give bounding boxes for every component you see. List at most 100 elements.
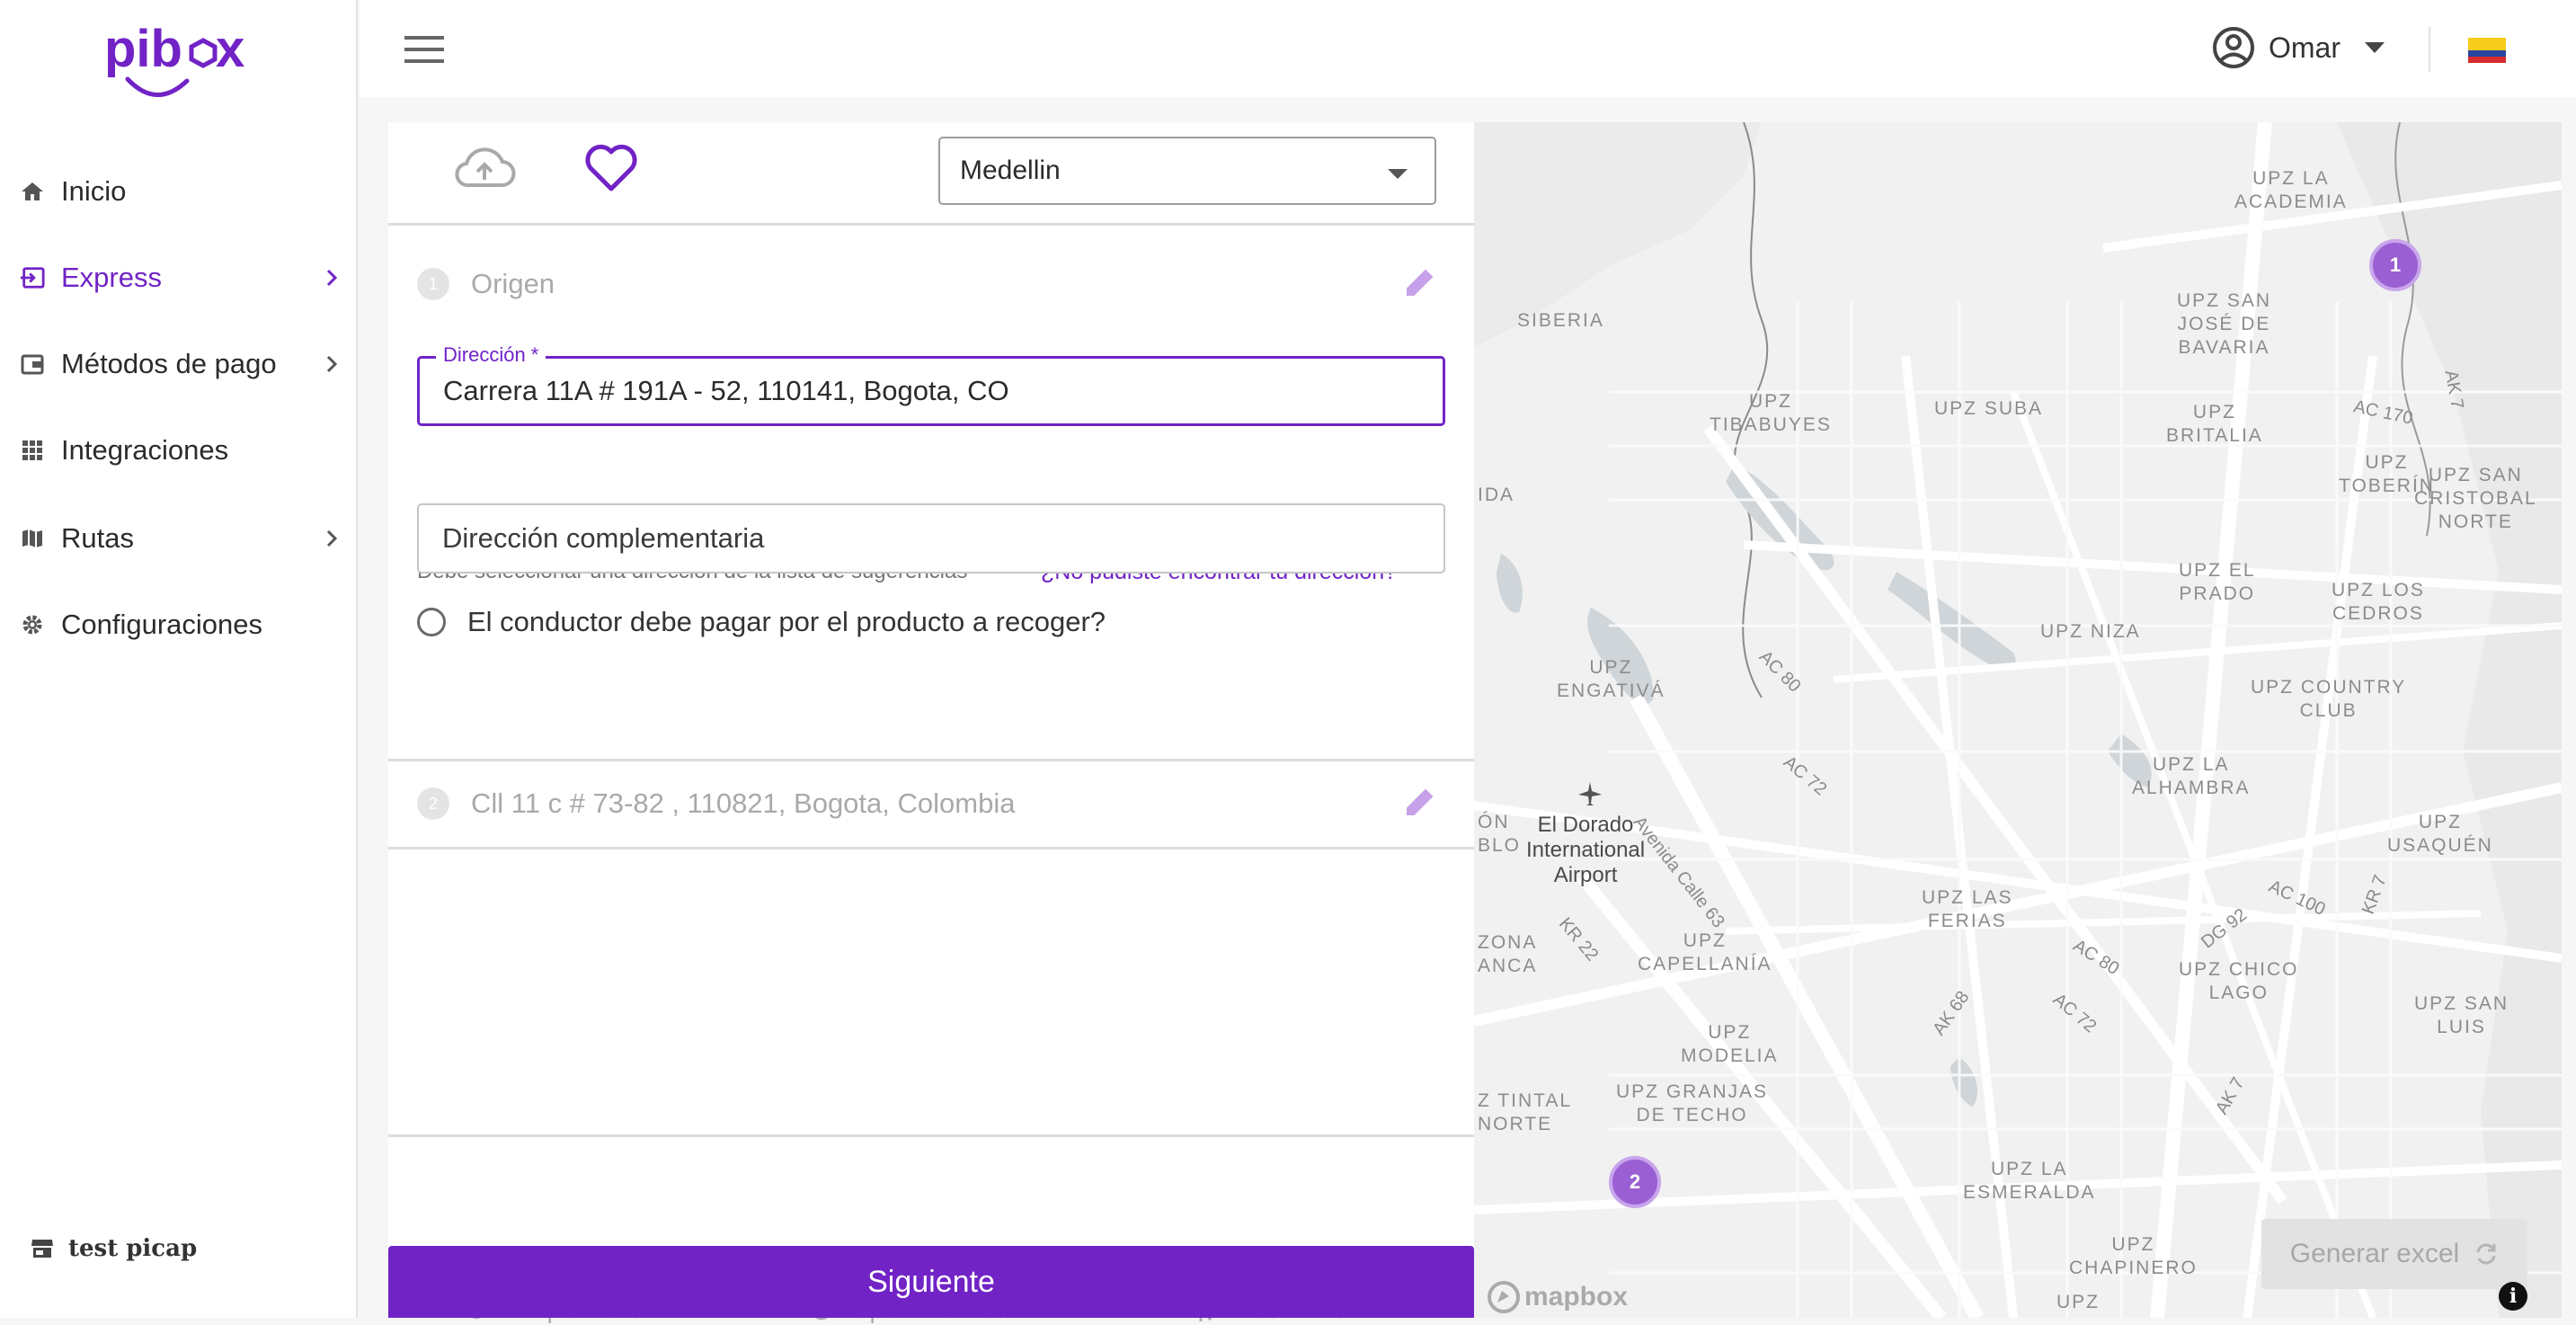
divider bbox=[2429, 27, 2430, 72]
address-value: Carrera 11A # 191A - 52, 110141, Bogota,… bbox=[443, 375, 1009, 406]
store-selector[interactable]: test picap bbox=[31, 1235, 197, 1262]
map-label: UPZ LA ESMERALDA bbox=[1963, 1159, 2096, 1203]
airport-icon bbox=[1578, 782, 1602, 805]
route-marker-destination[interactable]: 2 bbox=[1609, 1156, 1661, 1208]
address-label: Dirección * bbox=[436, 343, 546, 367]
map-label: UPZ GRANJAS DE TECHO bbox=[1616, 1081, 1769, 1125]
city-select[interactable]: Medellin bbox=[938, 137, 1436, 205]
map-label: SIBERIA bbox=[1517, 310, 1604, 331]
cloud-upload-icon[interactable] bbox=[453, 146, 516, 191]
step-destination-header[interactable]: 2 Cll 11 c # 73-82 , 110821, Bogota, Col… bbox=[388, 760, 1474, 847]
step-number: 1 bbox=[417, 268, 449, 300]
radio-button[interactable] bbox=[417, 608, 446, 636]
sync-icon bbox=[2476, 1243, 2496, 1265]
divider bbox=[388, 847, 1474, 849]
step-title: Cll 11 c # 73-82 , 110821, Bogota, Colom… bbox=[471, 787, 1016, 819]
map-label: UPZ LA ACADEMIA bbox=[2234, 168, 2348, 212]
route-marker-origin[interactable]: 1 bbox=[2369, 239, 2421, 291]
map-label: ZONA ANCA bbox=[1478, 932, 1538, 976]
chevron-right-icon bbox=[326, 269, 338, 287]
complement-address-placeholder: Dirección complementaria bbox=[442, 522, 765, 554]
map-label: UPZ CHICO LAGO bbox=[2179, 959, 2299, 1003]
store-name: test picap bbox=[68, 1235, 198, 1262]
sidebar-item-metodos-pago[interactable]: Métodos de pago bbox=[20, 333, 338, 396]
sidebar-item-label: Métodos de pago bbox=[61, 348, 277, 379]
express-icon bbox=[20, 265, 45, 290]
airport-label: El Dorado International Airport bbox=[1526, 813, 1646, 887]
chevron-right-icon bbox=[326, 529, 338, 547]
map-label: UPZ NIZA bbox=[2040, 621, 2141, 642]
sidebar-item-configuraciones[interactable]: Configuraciones bbox=[20, 593, 338, 656]
next-button[interactable]: Siguiente bbox=[388, 1246, 1474, 1318]
sidebar-item-label: Inicio bbox=[61, 175, 127, 207]
map-label: UPZ ENGATIVÁ bbox=[1557, 657, 1666, 701]
mapbox-attribution[interactable]: mapbox bbox=[1487, 1280, 1628, 1314]
step-origin-header[interactable]: 1 Origen bbox=[388, 241, 1474, 327]
map-label: UPZ SUBA bbox=[1934, 398, 2044, 419]
route-form-panel: Medellin 1 Origen Dirección * Carrera 11… bbox=[388, 122, 1474, 1324]
user-menu[interactable]: Omar bbox=[2211, 25, 2385, 70]
generate-excel-label: Generar excel bbox=[2289, 1239, 2460, 1268]
map-label: UPZ SAN LUIS bbox=[2414, 993, 2509, 1037]
map-label: Z TINTAL NORTE bbox=[1478, 1090, 1573, 1134]
step-title: Origen bbox=[471, 268, 555, 299]
sidebar-item-express[interactable]: Express bbox=[20, 246, 338, 309]
pibox-logo[interactable]: pib x bbox=[101, 16, 253, 110]
account-circle-icon bbox=[2213, 27, 2254, 68]
panel-header: Medellin bbox=[388, 122, 1474, 226]
generate-excel-button[interactable]: Generar excel bbox=[2261, 1219, 2527, 1289]
colombia-flag-icon[interactable] bbox=[2468, 38, 2506, 63]
address-field[interactable]: Dirección * Carrera 11A # 191A - 52, 110… bbox=[417, 343, 1445, 426]
grid-icon bbox=[20, 438, 45, 463]
sidebar-item-label: Configuraciones bbox=[61, 609, 263, 640]
map-label: UPZ LA ALHAMBRA bbox=[2132, 754, 2251, 798]
edit-pencil-icon[interactable] bbox=[1404, 786, 1436, 818]
city-select-value: Medellin bbox=[960, 156, 1061, 185]
sidebar-item-integraciones[interactable]: Integraciones bbox=[20, 419, 338, 482]
favorites-heart-icon[interactable] bbox=[584, 142, 638, 192]
map-label: UPZ bbox=[2056, 1292, 2100, 1312]
map-label: UPZ USAQUÉN bbox=[2387, 812, 2493, 856]
info-icon[interactable]: i bbox=[2499, 1282, 2527, 1311]
mapbox-logo-icon bbox=[1488, 1281, 1520, 1313]
sidebar: pib x pibox Inicio Express Métodos de pa… bbox=[0, 0, 358, 1318]
edit-pencil-icon[interactable] bbox=[1404, 266, 1436, 298]
svg-text:x: x bbox=[216, 20, 244, 78]
step-number: 2 bbox=[417, 787, 449, 820]
map-label: UPZ LAS FERIAS bbox=[1922, 887, 2013, 931]
map-label: UPZ SAN JOSÉ DE BAVARIA bbox=[2177, 290, 2272, 358]
sidebar-item-rutas[interactable]: Rutas bbox=[20, 507, 338, 570]
sidebar-item-label: Rutas bbox=[61, 522, 134, 554]
driver-pays-label: El conductor debe pagar por el producto … bbox=[467, 606, 1106, 637]
complement-address-input[interactable]: Dirección complementaria bbox=[417, 503, 1445, 574]
map-label: UPZ MODELIA bbox=[1681, 1022, 1779, 1066]
map-label: IDA bbox=[1478, 485, 1515, 505]
map-label: UPZ EL PRADO bbox=[2179, 560, 2256, 604]
home-icon bbox=[20, 179, 45, 204]
dropdown-arrow-icon bbox=[1388, 169, 1408, 179]
chevron-right-icon bbox=[326, 355, 338, 373]
mapbox-text: mapbox bbox=[1524, 1282, 1629, 1312]
map-label: UPZ COUNTRY CLUB bbox=[2251, 677, 2407, 721]
sidebar-item-label: Integraciones bbox=[61, 434, 229, 466]
top-bar: Omar bbox=[360, 0, 2576, 97]
map-label: UPZ CAPELLANÍA bbox=[1638, 930, 1772, 974]
svg-text:pib: pib bbox=[104, 20, 182, 78]
map-label: UPZ TIBABUYES bbox=[1710, 391, 1832, 435]
map-icon bbox=[20, 526, 45, 551]
sidebar-item-label: Express bbox=[61, 262, 162, 293]
map-label: UPZ LOS CEDROS bbox=[2332, 580, 2425, 624]
user-name: Omar bbox=[2269, 31, 2341, 64]
store-icon bbox=[31, 1240, 53, 1258]
map-label: UPZ SAN CRISTOBAL NORTE bbox=[2414, 465, 2537, 532]
map-label: ÓN BLO bbox=[1478, 812, 1522, 856]
gear-icon bbox=[20, 612, 45, 637]
wallet-icon bbox=[20, 351, 45, 377]
divider bbox=[388, 1134, 1474, 1137]
map-label: UPZ CHAPINERO bbox=[2069, 1234, 2198, 1278]
hamburger-menu-icon[interactable] bbox=[404, 34, 444, 65]
map-label: UPZ BRITALIA bbox=[2166, 402, 2263, 446]
sidebar-item-inicio[interactable]: Inicio bbox=[20, 160, 338, 223]
map-view[interactable]: UPZ LA ACADEMIA SIBERIA UPZ SAN JOSÉ DE BAV… bbox=[1474, 122, 2562, 1318]
driver-pays-option[interactable]: El conductor debe pagar por el producto … bbox=[417, 606, 1106, 638]
